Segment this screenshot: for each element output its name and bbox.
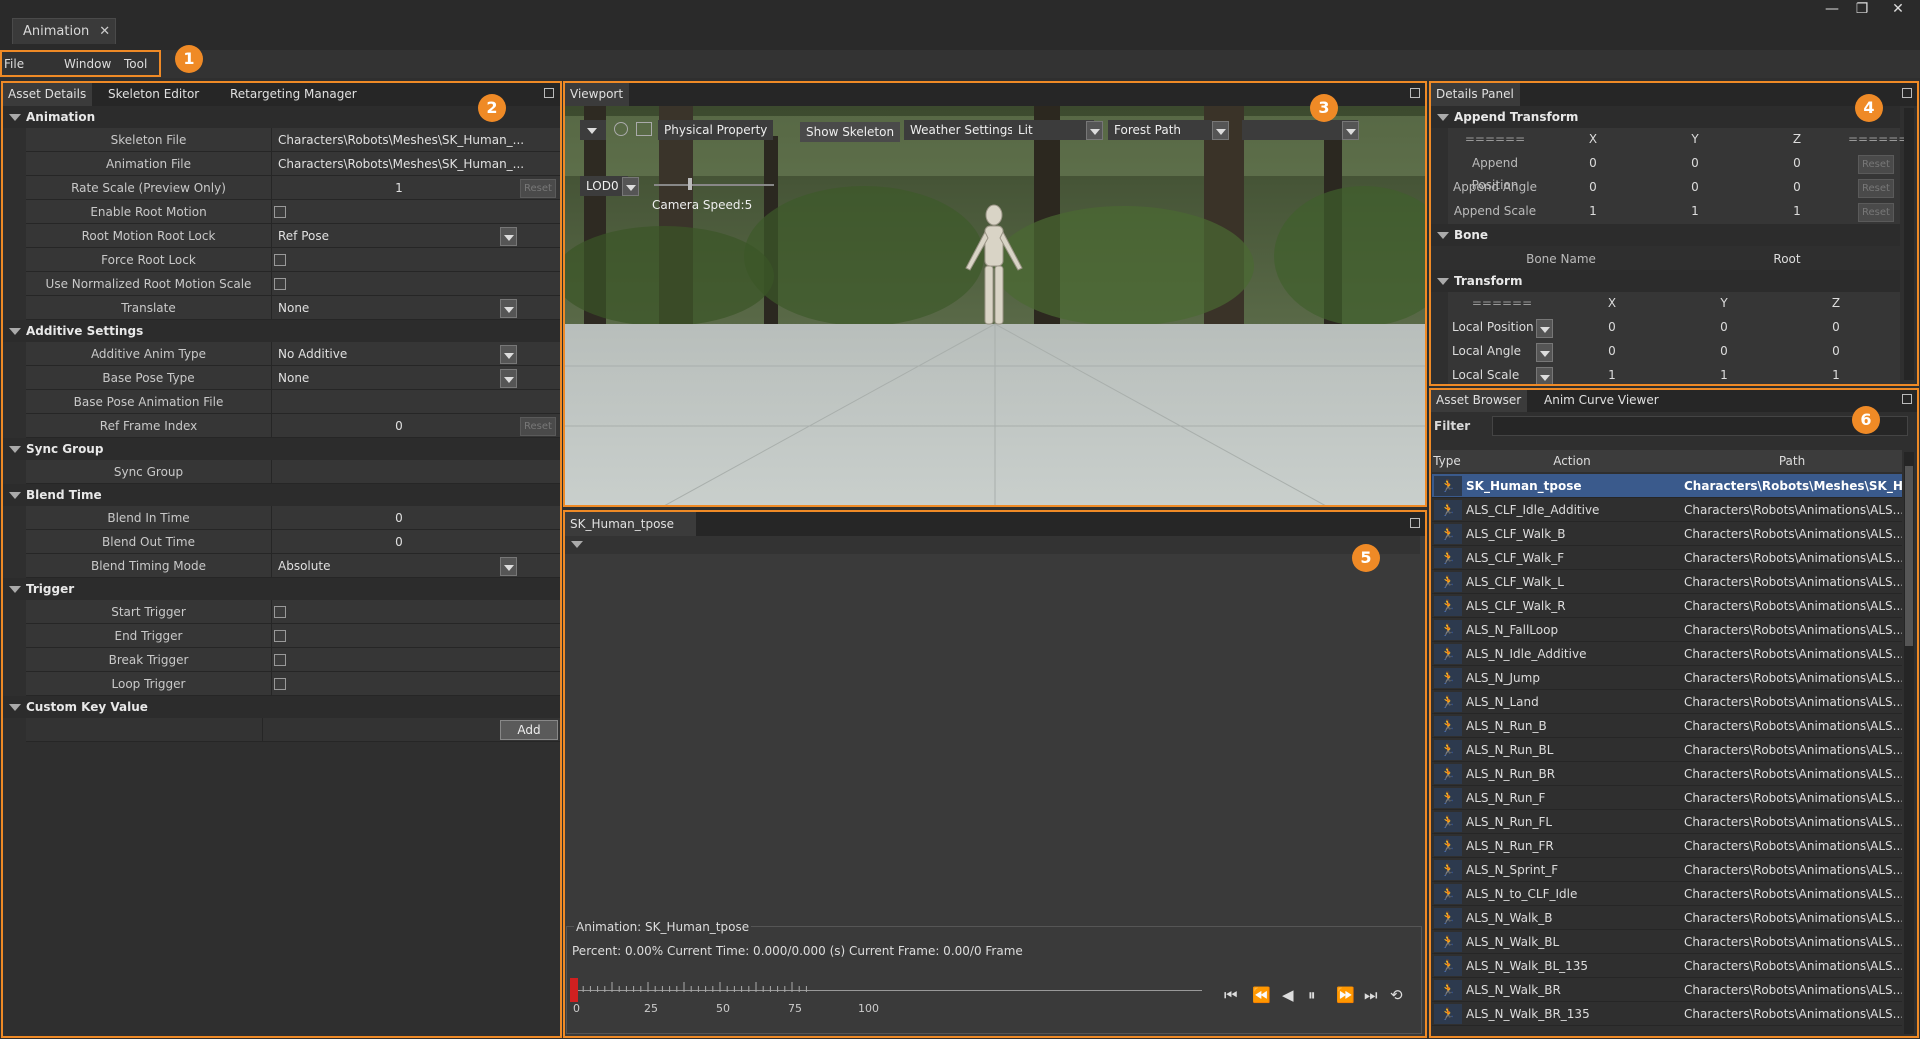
badge-2: 2 <box>478 94 506 122</box>
highlight-details <box>1429 81 1919 386</box>
document-tab[interactable]: Animation ✕ <box>12 18 116 44</box>
highlight-browser <box>1429 388 1919 1038</box>
badge-4: 4 <box>1855 94 1883 122</box>
highlight-viewport <box>563 81 1427 507</box>
highlight-menu <box>0 50 161 77</box>
restore-button[interactable]: ❐ <box>1848 0 1876 20</box>
menu-bar <box>0 50 1920 78</box>
badge-3: 3 <box>1310 94 1338 122</box>
highlight-left-panel <box>1 81 562 1038</box>
document-tab-title: Animation <box>23 24 90 39</box>
close-window-button[interactable]: ✕ <box>1884 0 1912 20</box>
highlight-timeline <box>563 510 1427 1038</box>
badge-1: 1 <box>175 45 203 73</box>
minimize-button[interactable]: — <box>1818 0 1846 20</box>
badge-5: 5 <box>1352 544 1380 572</box>
title-bar <box>0 0 1920 50</box>
badge-6: 6 <box>1852 406 1880 434</box>
close-tab-icon[interactable]: ✕ <box>99 24 110 39</box>
